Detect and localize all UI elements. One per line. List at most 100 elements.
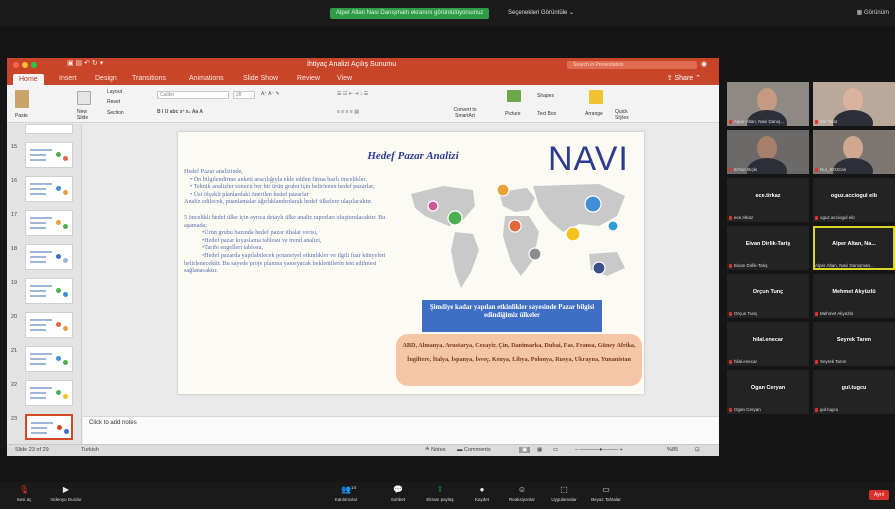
arrange-icon[interactable] [589, 90, 603, 104]
thumbnail-graphic [56, 152, 61, 157]
slide-thumbnail[interactable] [25, 278, 73, 304]
notes-pane[interactable]: Click to add notes [83, 416, 719, 444]
thumbnail-graphic [57, 425, 62, 430]
font-grow-shrink-icons[interactable]: A⁺ A⁻ ✎ [261, 91, 280, 97]
slide-thumbnail[interactable] [25, 312, 73, 338]
record-button[interactable]: ● Kaydet [462, 485, 502, 502]
participant-name-tag: Alper Altan, Navi Danış... [729, 119, 784, 124]
fit-slide-icon[interactable]: ⊡ [695, 447, 700, 453]
tab-animations[interactable]: Animations [189, 73, 224, 84]
font-format-icons[interactable]: B I U abc x² x₂ Aa A [157, 109, 203, 115]
participant-tile[interactable]: oguz.acciogul eib oguz.acciogul eib [813, 178, 895, 222]
participant-tile[interactable]: Elif Tatar [813, 82, 895, 126]
font-name-select[interactable]: Calibri [157, 91, 229, 99]
zoom-slider[interactable]: – ─────●──── + [575, 447, 623, 453]
tab-slide-show[interactable]: Slide Show [243, 73, 278, 84]
participant-tile[interactable]: Alper Altan, Navi Danış... [727, 82, 809, 126]
layout-button[interactable]: Layout [107, 89, 122, 95]
tab-review[interactable]: Review [297, 73, 320, 84]
participant-tile[interactable]: ece.tirkaz ece.tirkaz [727, 178, 809, 222]
participant-name-tag: oguz.acciogul eib [815, 215, 855, 220]
participant-tile[interactable]: Erhan Bıçkı [727, 130, 809, 174]
slide-thumbnail[interactable] [25, 176, 73, 202]
tab-design[interactable]: Design [95, 73, 117, 84]
close-window-icon[interactable] [13, 62, 19, 68]
normal-view-icon[interactable]: ▣ [519, 447, 531, 453]
section-button[interactable]: Section [107, 110, 124, 116]
reading-view-icon[interactable]: ▭ [553, 447, 558, 453]
shapes-button[interactable]: Shapes [537, 93, 554, 99]
language-indicator[interactable]: Turkish [81, 447, 99, 453]
convert-smartart-button[interactable]: Convert to SmartArt [447, 107, 483, 119]
thumbnail-partial[interactable] [25, 124, 73, 134]
paste-icon[interactable] [15, 90, 29, 108]
participant-name: Elif Tatar [820, 119, 838, 124]
view-options-button[interactable]: Seçenekleri Görüntüle ⌄ [508, 8, 574, 19]
unmute-button[interactable]: 🎙 Sesi aç [4, 485, 44, 502]
participant-tile[interactable]: gul.tugcu gul.tugcu [813, 370, 895, 414]
zoom-window-icon[interactable] [31, 62, 37, 68]
participant-tile[interactable]: Mehmet Akyüzlü Mehmet Akyüzlü [813, 274, 895, 318]
slide-thumbnail[interactable] [25, 414, 73, 440]
tab-insert[interactable]: Insert [59, 73, 77, 84]
tab-transitions[interactable]: Transitions [132, 73, 166, 84]
leave-button[interactable]: Ayrıl [869, 490, 889, 500]
slide-thumbnail[interactable] [25, 142, 73, 168]
participant-name-tag: Elif Tatar [815, 119, 837, 124]
reactions-button[interactable]: ☺ Reaksiyonlar [502, 485, 542, 502]
record-icon: ● [479, 485, 485, 494]
muted-mic-icon [815, 408, 818, 412]
slide-body-text[interactable]: Hedef Pazar analizinde, • Ön bilgilendir… [184, 168, 396, 275]
tab-view[interactable]: View [337, 73, 352, 84]
minimize-window-icon[interactable] [22, 62, 28, 68]
text-box-button[interactable]: Text Box [537, 111, 556, 117]
muted-mic-icon [815, 216, 818, 220]
zoom-level[interactable]: %85 [667, 447, 678, 453]
thumbnail-text-line [30, 251, 52, 253]
participants-button[interactable]: 👥 14 Katılımcılar [326, 485, 366, 502]
paragraph-align-icons[interactable]: ≡ ≡ ≡ ≡ ▤ [337, 109, 359, 115]
arrange-label: Arrange [585, 111, 603, 117]
font-size-select[interactable]: 28 [233, 91, 255, 99]
apps-button[interactable]: ⬚ Uygulamalar [544, 485, 584, 502]
stop-video-button[interactable]: ▶ Videoyu Durdur [46, 485, 86, 502]
account-icon[interactable]: ◉ [701, 60, 707, 68]
slide-title[interactable]: Hedef Pazar Analizi [313, 150, 513, 162]
share-button[interactable]: ⇪ Share ⌃ [667, 73, 701, 84]
quick-styles-button[interactable]: Quick Styles [615, 109, 639, 121]
participant-tile[interactable]: hilal.enecar hilal.enecar [727, 322, 809, 366]
picture-icon[interactable] [507, 90, 521, 102]
thumbnail-text-line [30, 358, 46, 360]
quick-access-icons[interactable]: ▣ ▤ ↶ ↻ ▾ [67, 59, 103, 67]
share-label: Share [674, 75, 694, 82]
reset-button[interactable]: Reset [107, 99, 120, 105]
participant-tile[interactable]: Eivan Dirlik-Tariş Eivan Dirlik-Tariş [727, 226, 809, 270]
slide-thumbnail[interactable] [25, 380, 73, 406]
participant-tile[interactable]: Orçun Tunç Orçun Tunç [727, 274, 809, 318]
share-screen-button[interactable]: ⇧ Ekranı paylaş [420, 485, 460, 502]
participant-tile[interactable]: Seyrek Tarım Seyrek Tarım [813, 322, 895, 366]
participant-display-name: Alper Altan, Na... [832, 241, 876, 247]
new-slide-icon[interactable] [77, 91, 91, 105]
paragraph-list-icons[interactable]: ☰ ☷ ⇤ ⇥ ↕ ☰ [337, 91, 368, 97]
notes-toggle[interactable]: ≙ Notes [425, 447, 446, 453]
slide-thumbnail[interactable] [25, 346, 73, 372]
thumbnail-text-line [30, 285, 52, 287]
participant-tile[interactable]: Nur_BOZcan [813, 130, 895, 174]
search-presentation-input[interactable]: Search in Presentation [567, 61, 697, 69]
whiteboards-button[interactable]: ▭ Beyaz Tahtalar [586, 485, 626, 502]
view-button[interactable]: ▦ Görünüm [857, 9, 889, 16]
muted-mic-icon [729, 360, 732, 364]
mic-muted-icon: 🎙 [19, 485, 30, 494]
participant-tile[interactable]: Ogan Ceryan Ogan Ceryan [727, 370, 809, 414]
current-slide[interactable]: Hedef Pazar Analizi NAVI Hedef Pazar ana… [178, 132, 644, 394]
slide-sorter-icon[interactable]: ▦ [537, 447, 542, 453]
thumbnail-text-line [30, 353, 52, 355]
chat-button[interactable]: 💬 Sohbet [378, 485, 418, 502]
comments-toggle[interactable]: ▬ Comments [457, 447, 491, 453]
participant-display-name: ece.tirkaz [755, 193, 781, 199]
slide-thumbnail[interactable] [25, 244, 73, 270]
participant-tile[interactable]: Alper Altan, Na... Alper Altan, Navi Danı… [813, 226, 895, 270]
tab-home[interactable]: Home [13, 74, 44, 85]
slide-thumbnail[interactable] [25, 210, 73, 236]
